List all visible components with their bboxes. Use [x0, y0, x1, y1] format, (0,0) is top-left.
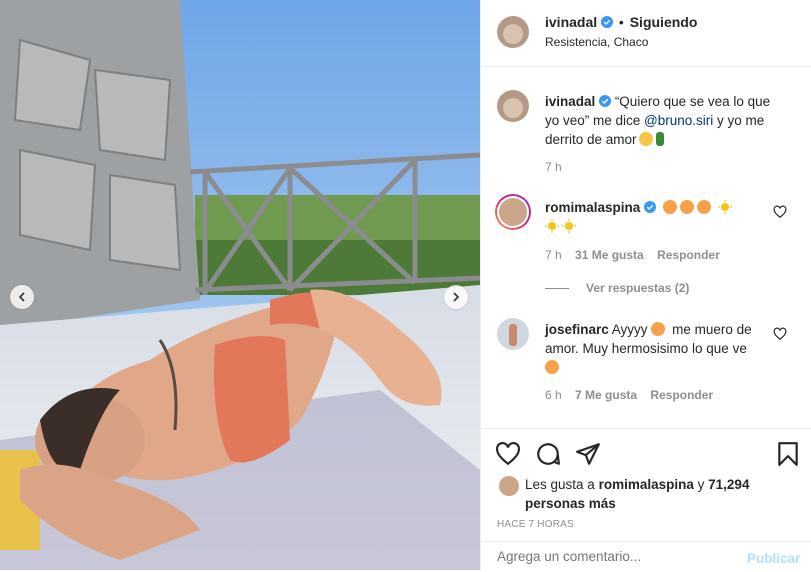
- liker-username[interactable]: romimalaspina: [599, 477, 694, 492]
- post-photo: [0, 0, 480, 570]
- comment-time: 7 h: [545, 248, 562, 262]
- sun-emoji: [562, 219, 576, 233]
- previous-photo-button[interactable]: [10, 285, 34, 309]
- comment-input[interactable]: [495, 548, 719, 565]
- comment-username[interactable]: josefinarc: [545, 322, 609, 337]
- commenter-avatar[interactable]: [497, 318, 529, 350]
- post-header: ivinadal • Siguiendo Resistencia, Chaco: [481, 0, 811, 67]
- smile-emoji: [638, 132, 653, 146]
- comment-likes[interactable]: 31 Me gusta: [575, 248, 644, 262]
- chevron-right-icon: [453, 292, 460, 302]
- comment-icon[interactable]: [535, 441, 561, 467]
- caption-time: 7 h: [545, 160, 562, 174]
- sun-emoji: [717, 200, 732, 214]
- comment-meta: 6 h 7 Me gusta Responder: [545, 388, 713, 402]
- replies-divider: [545, 288, 569, 289]
- plant-emoji: [655, 132, 664, 146]
- commenter-avatar[interactable]: [495, 194, 531, 230]
- sun-emoji: [545, 219, 559, 233]
- share-icon[interactable]: [575, 441, 601, 467]
- reply-button[interactable]: Responder: [657, 248, 720, 262]
- caption-avatar[interactable]: [497, 90, 529, 122]
- avatar[interactable]: [497, 16, 529, 48]
- header-separator: •: [618, 14, 624, 30]
- likes-summary: Les gusta a romimalaspina y 71,294 perso…: [525, 475, 755, 513]
- post-actions: Les gusta a romimalaspina y 71,294 perso…: [481, 428, 811, 571]
- star-struck-emoji: [545, 360, 559, 374]
- verified-icon: [644, 201, 657, 213]
- comment: romimalaspina: [545, 198, 765, 236]
- likes-prefix: Les gusta a: [525, 477, 595, 492]
- heart-icon[interactable]: [495, 441, 521, 467]
- heart-icon[interactable]: [773, 327, 787, 341]
- caption: ivinadal “Quiero que se vea lo que yo ve…: [545, 92, 785, 149]
- reply-button[interactable]: Responder: [650, 388, 713, 402]
- star-struck-emoji: [679, 200, 694, 214]
- liker-avatar[interactable]: [499, 476, 519, 496]
- star-struck-emoji: [696, 200, 711, 214]
- comment-likes[interactable]: 7 Me gusta: [575, 388, 637, 402]
- chevron-left-icon: [18, 292, 25, 302]
- publish-button[interactable]: Publicar: [747, 551, 800, 566]
- add-comment-bar: Publicar: [481, 541, 811, 572]
- comment-time: 6 h: [545, 388, 562, 402]
- comment-username[interactable]: romimalaspina: [545, 200, 640, 215]
- star-struck-emoji: [651, 322, 666, 336]
- caption-username[interactable]: ivinadal: [545, 94, 595, 109]
- mention-link[interactable]: @bruno.siri: [644, 113, 713, 128]
- author-username[interactable]: ivinadal: [545, 14, 597, 30]
- heart-icon[interactable]: [773, 205, 787, 219]
- comment: josefinarc Ayyyy me muero de amor. Muy h…: [545, 320, 763, 377]
- post-side-panel: ivinadal • Siguiendo Resistencia, Chaco …: [480, 0, 811, 571]
- likes-suffix: y: [697, 477, 705, 492]
- view-replies-button[interactable]: Ver respuestas (2): [586, 281, 689, 295]
- bookmark-icon[interactable]: [775, 441, 801, 467]
- comment-text: Ayyyy: [611, 322, 648, 337]
- verified-icon: [601, 16, 614, 28]
- comment-meta: 7 h 31 Me gusta Responder: [545, 248, 720, 262]
- star-struck-emoji: [662, 200, 677, 214]
- location-link[interactable]: Resistencia, Chaco: [545, 35, 648, 49]
- post-timestamp[interactable]: HACE 7 HORAS: [497, 519, 574, 530]
- follow-status-button[interactable]: Siguiendo: [630, 14, 698, 30]
- next-photo-button[interactable]: [444, 285, 468, 309]
- verified-icon: [599, 95, 612, 107]
